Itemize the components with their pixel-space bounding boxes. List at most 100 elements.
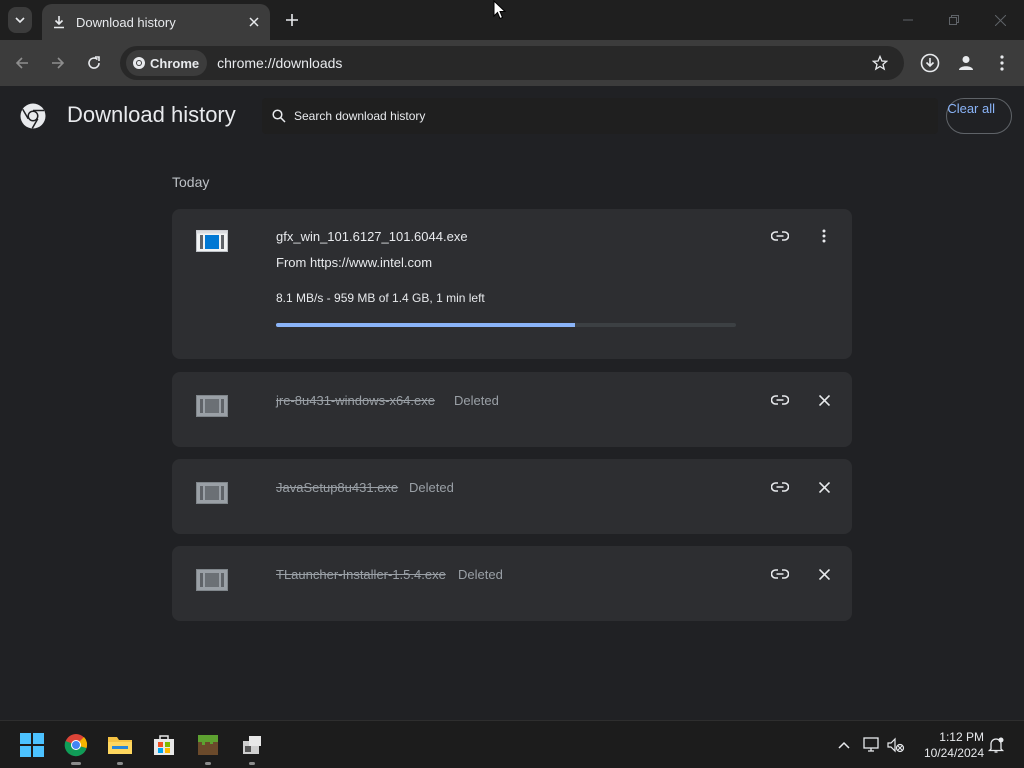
reload-button[interactable] (82, 51, 106, 75)
mouse-cursor-icon (493, 0, 507, 20)
remove-button[interactable] (812, 475, 836, 499)
start-button[interactable] (18, 731, 46, 759)
chrome-icon (133, 57, 145, 69)
link-icon (771, 482, 789, 492)
status-deleted: Deleted (454, 393, 499, 408)
file-exe-icon (196, 230, 228, 252)
download-circle-icon (920, 53, 940, 73)
clear-all-button[interactable]: Clear all (946, 98, 1012, 134)
file-icon (196, 395, 228, 417)
file-name: jre-8u431-windows-x64.exe (276, 393, 435, 408)
restore-icon (949, 15, 959, 25)
tab-title: Download history (76, 14, 176, 30)
search-icon (272, 109, 286, 123)
file-name: JavaSetup8u431.exe (276, 480, 399, 495)
close-icon (994, 14, 1006, 26)
downloads-page: Download history Search download history… (0, 86, 1024, 720)
store-icon (154, 735, 174, 755)
show-hidden-icons-button[interactable] (834, 735, 854, 755)
minimize-button[interactable] (894, 8, 922, 32)
status-deleted: Deleted (458, 567, 503, 582)
volume-status[interactable] (886, 735, 906, 755)
site-info-chip[interactable]: Chrome (126, 50, 208, 76)
minimize-icon (903, 19, 913, 21)
taskbar-installer[interactable] (238, 731, 266, 765)
reload-icon (88, 56, 100, 69)
tab-search-button[interactable] (8, 7, 32, 33)
copy-link-button[interactable] (768, 475, 792, 499)
download-icon (54, 16, 64, 29)
star-icon (872, 55, 888, 71)
plus-icon (286, 14, 298, 26)
more-vertical-icon (1000, 55, 1004, 71)
section-today-label: Today (172, 174, 210, 190)
download-item-deleted: jre-8u431-windows-x64.exe Deleted (172, 372, 852, 447)
arrow-left-icon (15, 57, 28, 69)
chrome-logo-icon (20, 103, 46, 129)
restore-button[interactable] (940, 8, 968, 32)
remove-button[interactable] (812, 388, 836, 412)
close-icon (818, 394, 830, 406)
profile-button[interactable] (954, 51, 978, 75)
menu-button[interactable] (990, 51, 1014, 75)
profile-icon (959, 56, 973, 70)
close-tab-button[interactable] (244, 12, 264, 32)
active-indicator (71, 762, 81, 765)
more-actions-button[interactable] (812, 224, 836, 248)
forward-button[interactable] (46, 51, 70, 75)
search-input[interactable]: Search download history (262, 98, 938, 134)
bookmark-button[interactable] (868, 51, 892, 75)
chevron-up-icon (838, 741, 850, 749)
link-icon (771, 231, 789, 241)
page-header: Download history Search download history… (0, 86, 1024, 146)
close-window-button[interactable] (986, 8, 1014, 32)
copy-link-button[interactable] (768, 388, 792, 412)
file-name-link[interactable]: gfx_win_101.6127_101.6044.exe (276, 229, 468, 244)
progress-status: 8.1 MB/s - 959 MB of 1.4 GB, 1 min left (276, 291, 485, 305)
tab-strip: Download history (0, 0, 1024, 40)
address-bar[interactable]: Chrome chrome://downloads (120, 46, 904, 80)
remove-button[interactable] (812, 562, 836, 586)
close-icon (818, 568, 830, 580)
download-item-active: gfx_win_101.6127_101.6044.exe From https… (172, 209, 852, 359)
search-placeholder: Search download history (294, 109, 426, 123)
chevron-down-icon (15, 17, 25, 24)
taskbar-chrome[interactable] (62, 731, 90, 765)
copy-link-button[interactable] (768, 562, 792, 586)
notifications-button[interactable] (986, 735, 1006, 755)
clock[interactable]: 1:12 PM 10/24/2024 (912, 729, 984, 761)
progress-bar (276, 323, 736, 327)
running-indicator (249, 762, 255, 765)
clock-date: 10/24/2024 (923, 746, 984, 760)
toolbar: Chrome chrome://downloads (0, 40, 1024, 86)
taskbar-file-explorer[interactable] (106, 731, 134, 765)
tab-download-history[interactable]: Download history (42, 4, 270, 40)
network-status[interactable] (862, 735, 882, 755)
taskbar-minecraft[interactable] (194, 731, 222, 765)
file-icon (196, 569, 228, 591)
status-deleted: Deleted (409, 480, 454, 495)
link-icon (771, 395, 789, 405)
network-icon (863, 737, 879, 752)
copy-link-button[interactable] (768, 224, 792, 248)
running-indicator (117, 762, 123, 765)
url-text[interactable]: chrome://downloads (217, 55, 868, 71)
downloads-button[interactable] (918, 51, 942, 75)
more-vertical-icon (822, 229, 826, 243)
download-item-deleted: TLauncher-Installer-1.5.4.exe Deleted (172, 546, 852, 621)
chrome-icon (64, 734, 88, 757)
windows-logo-icon (20, 733, 44, 757)
file-icon (196, 482, 228, 504)
close-icon (249, 17, 259, 27)
running-indicator (205, 762, 211, 765)
taskbar-store[interactable] (150, 731, 178, 759)
link-icon (771, 569, 789, 579)
minecraft-block-icon (198, 735, 218, 755)
close-icon (818, 481, 830, 493)
folder-icon (108, 737, 132, 754)
bell-icon (987, 737, 1005, 753)
clock-time: 1:12 PM (939, 730, 984, 744)
installer-icon (243, 736, 261, 754)
new-tab-button[interactable] (280, 8, 304, 32)
back-button[interactable] (10, 51, 34, 75)
